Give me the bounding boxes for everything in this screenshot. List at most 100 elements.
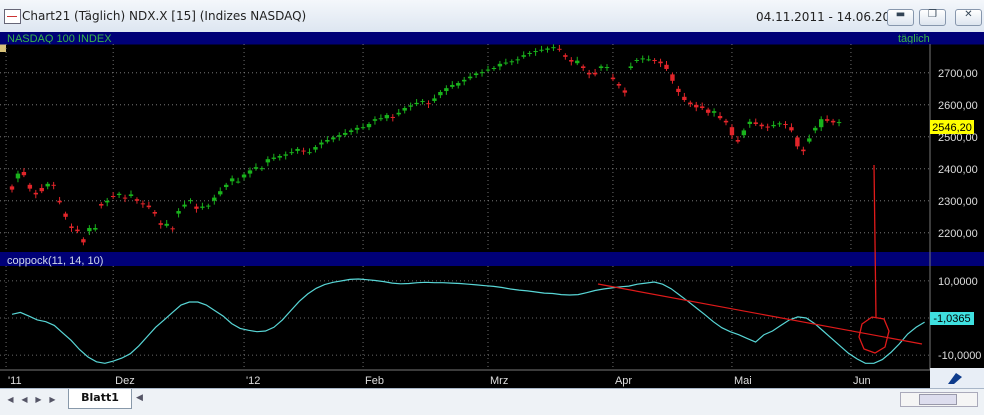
candle-body <box>438 92 443 96</box>
candle-body <box>539 49 544 51</box>
horizontal-scrollbar[interactable] <box>900 392 978 407</box>
candle-body <box>140 203 146 205</box>
next-sheet-button[interactable]: ▶ <box>34 394 43 405</box>
candle-body <box>313 147 318 150</box>
chart-area[interactable]: NASDAQ 100 INDEX täglich coppock(11, 14,… <box>0 32 984 390</box>
candle-body <box>456 83 461 86</box>
candle-body <box>450 84 455 87</box>
candle-body <box>676 88 681 92</box>
minimize-button[interactable]: ▬ <box>887 9 914 26</box>
candle-body <box>289 152 294 154</box>
restore-icon: ❐ <box>928 9 937 20</box>
candle-body <box>408 105 413 107</box>
candle-body <box>301 150 306 152</box>
candle-body <box>21 172 27 176</box>
candle-body <box>319 142 324 145</box>
candle-body <box>801 149 806 152</box>
candle-body <box>497 63 503 67</box>
candle-body <box>9 186 15 190</box>
indicator-tick-label: -10,0000 <box>938 350 981 362</box>
candle-body <box>527 52 532 54</box>
chart-svg[interactable]: NASDAQ 100 INDEX täglich coppock(11, 14,… <box>0 32 984 390</box>
candle-body <box>348 130 354 132</box>
candle-body <box>462 79 467 82</box>
candle-body <box>194 206 199 209</box>
candle-body <box>372 119 378 121</box>
candle-body <box>271 157 276 159</box>
candle-body <box>241 174 247 178</box>
candle-body <box>622 90 628 93</box>
candle-body <box>63 213 68 217</box>
price-panel-header <box>0 32 984 44</box>
interval-label: täglich <box>898 33 930 45</box>
indicator-panel-header <box>0 252 984 266</box>
last-sheet-button[interactable]: ▶ <box>48 394 57 405</box>
price-panel-title: NASDAQ 100 INDEX <box>7 33 112 45</box>
candle-body <box>563 55 568 57</box>
price-tick-label: 2600,00 <box>938 100 978 112</box>
candle-body <box>93 228 98 230</box>
candle-body <box>598 66 604 68</box>
prev-sheet-button[interactable]: ◀ <box>20 394 29 405</box>
x-tick-label: Jun <box>853 375 871 387</box>
x-tick-label: Feb <box>365 375 384 387</box>
first-sheet-button[interactable]: ◀ <box>6 394 15 405</box>
candle-body <box>717 116 723 119</box>
candle-body <box>307 152 312 154</box>
tab-scroll-arrow-icon[interactable]: ◀ <box>136 393 143 403</box>
candle-body <box>592 72 598 75</box>
tab-blatt1[interactable]: Blatt1 <box>68 389 132 409</box>
candle-body <box>51 184 56 186</box>
candle-body <box>729 127 735 136</box>
candle-body <box>586 72 592 75</box>
candle-body <box>75 229 80 232</box>
candle-body <box>664 64 669 69</box>
candle-body <box>295 148 300 151</box>
x-tick-label: '12 <box>246 375 260 387</box>
candle-body <box>259 168 265 170</box>
window-title: Chart21 (Täglich) NDX.X [15] (Indizes NA… <box>22 9 307 23</box>
candle-body <box>807 138 812 142</box>
candle-body <box>99 204 104 206</box>
candle-body <box>575 60 580 64</box>
candle-body <box>176 211 181 214</box>
candle-body <box>164 223 169 226</box>
candle-body <box>360 127 366 129</box>
candle-body <box>836 122 842 124</box>
candle-body <box>212 197 217 201</box>
candle-body <box>682 96 687 100</box>
price-tick-label: 2700,00 <box>938 68 978 80</box>
candle-body <box>128 194 134 196</box>
scrollbar-thumb[interactable] <box>919 394 957 405</box>
candle-body <box>646 59 651 61</box>
last-indicator-value: -1,0365 <box>933 313 970 325</box>
candle-body <box>57 200 62 203</box>
candle-body <box>390 116 395 118</box>
candle-body <box>33 192 38 195</box>
candle-body <box>206 205 211 207</box>
candle-body <box>396 112 401 115</box>
candle-body <box>39 188 44 192</box>
candle-body <box>134 199 140 201</box>
x-tick-label: Mai <box>734 375 752 387</box>
candle-body <box>337 135 342 137</box>
candle-body <box>795 137 800 147</box>
candle-body <box>634 60 639 61</box>
candle-body <box>235 181 241 183</box>
chart-app-icon <box>4 9 21 24</box>
candle-body <box>414 102 419 105</box>
restore-button[interactable]: ❐ <box>919 9 946 26</box>
close-button[interactable]: ✕ <box>955 9 982 26</box>
candle-body <box>765 126 770 128</box>
candle-body <box>200 206 205 208</box>
candle-body <box>116 193 122 196</box>
candle-body <box>711 111 717 113</box>
close-icon: ✕ <box>964 9 973 20</box>
candle-body <box>384 115 390 119</box>
candle-body <box>426 103 431 105</box>
candle-body <box>485 69 491 71</box>
candle-body <box>354 127 360 130</box>
last-price-value: 2546,20 <box>932 122 972 134</box>
candle-body <box>830 120 836 123</box>
candle-body <box>824 119 830 121</box>
